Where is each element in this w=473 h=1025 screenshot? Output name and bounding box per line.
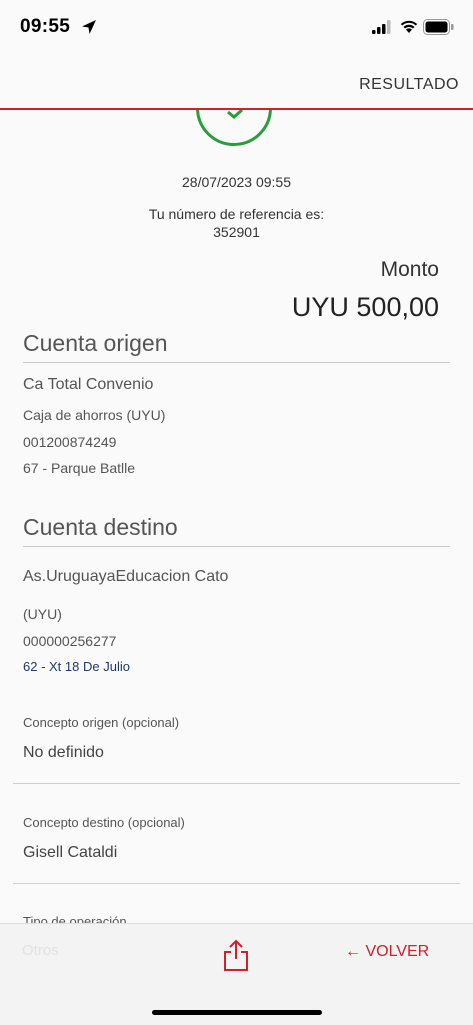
amount-label: Monto: [380, 258, 439, 281]
origin-concept-value: No definido: [23, 744, 104, 761]
transaction-datetime: 28/07/2023 09:55: [182, 174, 291, 190]
amount-value: UYU 500,00: [291, 292, 439, 322]
destination-account-title: Cuenta destino: [23, 514, 178, 540]
bottom-action-bar: Otros ← VOLVER: [0, 923, 473, 1025]
page-title: RESULTADO: [359, 76, 459, 93]
destination-account-name: As.UruguayaEducacion Cato: [23, 568, 229, 585]
operation-type-label: Tipo de operación: [23, 914, 127, 923]
share-icon[interactable]: [221, 938, 251, 972]
divider: [13, 783, 460, 784]
receipt-content[interactable]: 28/07/2023 09:55 Tu número de referencia…: [0, 110, 473, 923]
origin-account-number: 001200874249: [23, 434, 117, 450]
divider: [23, 546, 450, 547]
home-indicator: [152, 1010, 322, 1015]
status-bar: 09:55: [0, 0, 473, 58]
wifi-icon: [400, 20, 418, 33]
reference-label: Tu número de referencia es:: [148, 206, 325, 222]
faded-operation-type-value: Otros: [22, 942, 59, 959]
origin-account-name: Ca Total Convenio: [23, 376, 154, 393]
destination-account-branch: 62 - Xt 18 De Julio: [23, 659, 130, 674]
location-arrow-icon: [82, 20, 96, 34]
destination-account-number: 000000256277: [23, 633, 117, 649]
origin-account-type: Caja de ahorros (UYU): [23, 407, 166, 423]
reference-number: 352901: [213, 224, 260, 240]
divider: [13, 883, 460, 884]
battery-icon: [423, 19, 454, 35]
destination-concept-label: Concepto destino (opcional): [23, 815, 185, 830]
status-time: 09:55: [20, 16, 71, 37]
check-mark-icon: [227, 110, 243, 119]
origin-account-branch: 67 - Parque Batlle: [23, 460, 136, 476]
back-button[interactable]: ← VOLVER: [345, 943, 429, 961]
destination-concept-value: Gisell Cataldi: [23, 844, 118, 861]
app-header: RESULTADO: [0, 58, 473, 110]
destination-account-currency: (UYU): [23, 606, 62, 622]
origin-concept-label: Concepto origen (opcional): [23, 715, 180, 730]
cellular-signal-icon: [372, 20, 391, 34]
origin-account-title: Cuenta origen: [23, 330, 168, 356]
divider: [23, 362, 450, 363]
